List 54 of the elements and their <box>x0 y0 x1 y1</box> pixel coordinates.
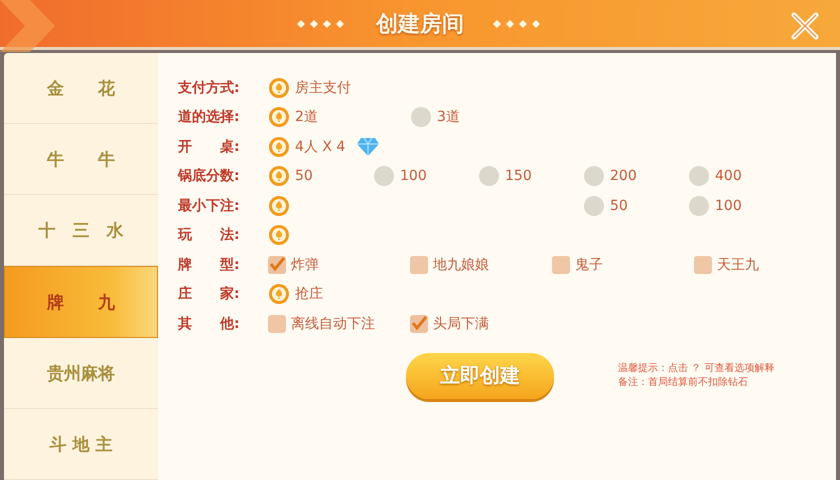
radio-empty-icon[interactable] <box>373 165 395 188</box>
option-label: 地九娘娘 <box>433 256 489 274</box>
option-label: 鬼子 <box>575 256 603 274</box>
option-label: 头局下满 <box>433 314 489 333</box>
setting-label: 庄 家: <box>178 285 241 304</box>
option-label: 天王九 <box>717 256 759 274</box>
diamond-icon <box>356 136 380 157</box>
checkbox-icon[interactable] <box>410 256 428 274</box>
option-label: 100 <box>715 198 742 214</box>
setting-label: 锅底分数: <box>178 167 241 186</box>
option-label: 100 <box>400 168 427 184</box>
checkbox-icon[interactable] <box>552 256 570 274</box>
radio-selected-icon[interactable] <box>268 194 290 217</box>
checkbox-checked-icon[interactable] <box>410 314 428 333</box>
setting-label: 支付方式: <box>178 78 241 97</box>
hint-text: 温馨提示：点击 ？ 可查看选项解释 <box>618 362 774 376</box>
option-label: 150 <box>505 168 532 184</box>
checkbox-checked-icon[interactable] <box>268 256 286 274</box>
option-label: 2道 <box>295 108 318 126</box>
checkbox-icon[interactable] <box>694 256 712 274</box>
option-label: 离线自动下注 <box>291 314 375 333</box>
option-label: 400 <box>715 168 742 184</box>
radio-selected-icon[interactable] <box>268 106 290 128</box>
radio-selected-icon[interactable] <box>268 165 290 188</box>
option-label: 4人 X 4 <box>295 138 346 156</box>
option-label: 50 <box>610 198 628 214</box>
radio-empty-icon[interactable] <box>478 165 500 188</box>
radio-selected-icon[interactable] <box>268 224 290 246</box>
radio-empty-icon[interactable] <box>688 165 710 188</box>
setting-label: 道的选择: <box>178 108 241 126</box>
radio-selected-icon[interactable] <box>268 136 290 158</box>
option-label: 200 <box>610 168 637 184</box>
option-label: 房主支付 <box>295 78 351 97</box>
setting-label: 最小下注: <box>178 196 241 215</box>
radio-empty-icon[interactable] <box>583 165 605 188</box>
option-label: 50 <box>295 168 313 184</box>
option-label: 3道 <box>437 108 460 126</box>
option-label: 炸弹 <box>291 256 319 274</box>
radio-empty-icon[interactable] <box>688 194 710 217</box>
close-icon[interactable] <box>790 11 820 41</box>
radio-empty-icon[interactable] <box>410 106 432 128</box>
setting-label: 开 桌: <box>178 138 241 156</box>
checkbox-icon[interactable] <box>268 314 286 333</box>
setting-label: 其 他: <box>178 314 241 333</box>
window-title: 创建房间 <box>376 10 464 38</box>
option-label: 抢庄 <box>295 285 323 304</box>
radio-selected-icon[interactable] <box>268 283 290 306</box>
setting-label: 牌 型: <box>178 256 241 274</box>
game-tab[interactable]: 牌 九 <box>4 266 158 338</box>
radio-selected-icon[interactable] <box>268 76 290 99</box>
create-button[interactable]: 立即创建 <box>406 352 554 398</box>
radio-empty-icon[interactable] <box>583 194 605 217</box>
hint-text: 备注：首局结算前不扣除钻石 <box>618 376 749 390</box>
setting-label: 玩 法: <box>178 226 241 244</box>
